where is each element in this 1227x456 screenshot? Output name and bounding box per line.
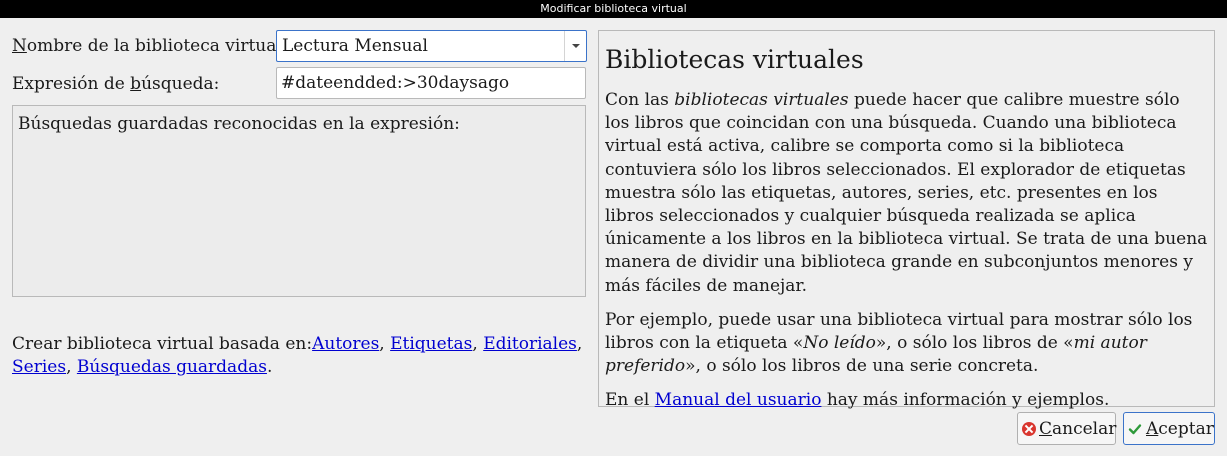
cancel-button[interactable]: Cancelar [1017, 412, 1116, 445]
search-label-post: úsqueda: [141, 74, 220, 94]
link-authors[interactable]: Autores [312, 334, 379, 354]
cancel-mnemonic: C [1039, 418, 1053, 439]
link-tags[interactable]: Etiquetas [390, 334, 472, 354]
create-prefix: Crear biblioteca virtual basada en: [12, 334, 313, 354]
ok-label: Aceptar [1146, 419, 1214, 439]
help-paragraph-1: Con las bibliotecas virtuales puede hace… [605, 89, 1208, 298]
create-end: . [266, 357, 273, 377]
link-saved-searches[interactable]: Búsquedas guardadas [77, 357, 267, 377]
ok-rest: ceptar [1158, 418, 1214, 439]
create-sep: , [66, 357, 77, 377]
link-user-manual[interactable]: Manual del usuario [655, 390, 822, 410]
create-sep: , [472, 334, 484, 354]
help-p1-em: bibliotecas virtuales [674, 90, 849, 110]
name-label-mnemonic: N [12, 36, 27, 56]
search-expression-value: #dateendded:>30daysago [281, 73, 510, 93]
help-p1-post: puede hacer que calibre muestre sólo los… [605, 90, 1208, 296]
saved-searches-box: Búsquedas guardadas reconocidas en la ex… [12, 105, 586, 297]
cancel-rest: ancelar [1052, 418, 1117, 439]
ok-button[interactable]: Aceptar [1123, 412, 1215, 445]
search-expression-input[interactable]: #dateendded:>30daysago [276, 67, 586, 99]
help-paragraph-3: En el Manual del usuario hay más informa… [605, 389, 1208, 412]
link-series[interactable]: Series [12, 357, 66, 377]
help-p1-pre: Con las [605, 90, 675, 110]
create-library-line-2: Series, Búsquedas guardadas. [12, 357, 592, 377]
name-label-text: ombre de la biblioteca virtual: [26, 36, 288, 56]
help-paragraph-2: Por ejemplo, puede usar una biblioteca v… [605, 309, 1208, 379]
chevron-down-icon[interactable] [564, 31, 586, 61]
create-library-line-1: Crear biblioteca virtual basada en:Autor… [12, 334, 592, 354]
search-label-mnemonic: b [130, 74, 142, 94]
search-label: Expresión de búsqueda: [12, 74, 219, 94]
checkmark-icon [1128, 423, 1142, 434]
search-label-pre: Expresión de [12, 74, 131, 94]
help-p3-pre: En el [605, 390, 655, 411]
help-title: Bibliotecas virtuales [605, 45, 864, 74]
help-p3-post: hay más información y ejemplos. [821, 390, 1110, 411]
window-title: Modificar biblioteca virtual [0, 0, 1227, 18]
help-p2-c: », o sólo los libros de una serie concre… [685, 356, 1039, 377]
name-label: Nombre de la biblioteca virtual: [12, 36, 288, 56]
help-panel: Bibliotecas virtuales Con las biblioteca… [598, 30, 1215, 410]
help-p2-b: », o sólo los libros de « [875, 333, 1074, 354]
help-p2-em1: No leído [803, 333, 876, 354]
saved-searches-text: Búsquedas guardadas reconocidas en la ex… [18, 114, 460, 134]
library-name-value: Lectura Mensual [282, 36, 428, 56]
create-sep: , [379, 334, 391, 354]
library-name-combobox[interactable]: Lectura Mensual [276, 30, 587, 62]
cancel-icon [1022, 421, 1036, 436]
link-publishers[interactable]: Editoriales [483, 334, 577, 354]
cancel-label: Cancelar [1039, 419, 1116, 439]
create-sep: , [576, 334, 583, 354]
ok-mnemonic: A [1146, 418, 1159, 439]
